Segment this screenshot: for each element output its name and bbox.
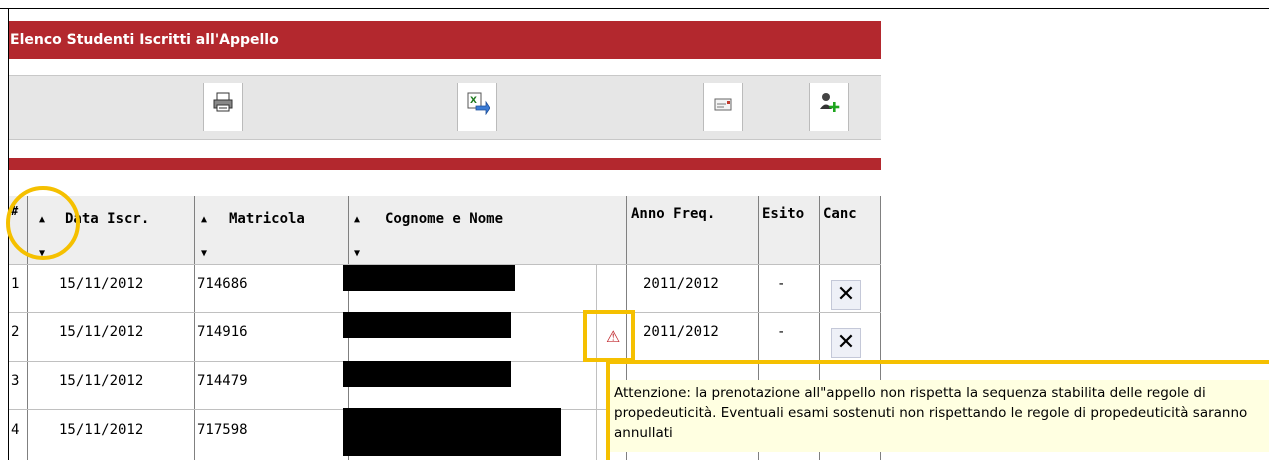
row-anno-freq: 2011/2012 [643, 276, 719, 292]
sort-asc-cognome[interactable]: ▲ [354, 214, 360, 225]
annotation-circle [6, 186, 80, 260]
header-matricola[interactable]: Matricola [229, 211, 305, 227]
row-matricola: 714686 [197, 276, 248, 292]
delete-enrollment-button[interactable]: ✕ [831, 328, 861, 358]
header-esito: Esito [762, 206, 805, 222]
redacted-name [343, 361, 511, 387]
excel-export-icon: X [467, 92, 490, 115]
add-user-button[interactable] [809, 83, 849, 131]
row-num: 1 [11, 276, 20, 292]
table-header [9, 196, 881, 264]
row-data-iscr: 15/11/2012 [59, 276, 144, 292]
close-icon: ✕ [836, 282, 856, 307]
page-title-bar: Elenco Studenti Iscritti all'Appello [9, 21, 881, 59]
header-anno-freq: Anno Freq. [631, 206, 716, 222]
row-data-iscr: 15/11/2012 [59, 422, 144, 438]
header-canc: Canc [823, 206, 857, 222]
row-num: 4 [11, 422, 20, 438]
row-data-iscr: 15/11/2012 [59, 324, 144, 340]
svg-text:X: X [470, 96, 477, 106]
email-icon [714, 98, 732, 111]
export-excel-button[interactable]: X [457, 83, 497, 131]
redacted-name [343, 408, 561, 456]
printer-icon [213, 92, 233, 112]
page-title: Elenco Studenti Iscritti all'Appello [10, 32, 279, 48]
row-num: 2 [11, 324, 20, 340]
close-icon: ✕ [836, 330, 856, 355]
col-divider [596, 264, 597, 460]
sort-desc-cognome[interactable]: ▼ [354, 248, 360, 259]
annotation-box-warning [583, 310, 635, 362]
frame-top-border [0, 8, 1269, 9]
annotation-box-tooltip-top [606, 360, 1269, 364]
row-matricola: 717598 [197, 422, 248, 438]
sort-desc-matricola[interactable]: ▼ [201, 248, 207, 259]
row-anno-freq: 2011/2012 [643, 324, 719, 340]
redacted-name [343, 265, 515, 291]
toolbar: X [9, 75, 881, 140]
add-user-icon [820, 93, 840, 112]
col-divider [194, 196, 195, 460]
row-matricola: 714479 [197, 373, 248, 389]
print-button[interactable] [203, 83, 243, 131]
sort-asc-matricola[interactable]: ▲ [201, 214, 207, 225]
row-esito: - [777, 276, 786, 292]
row-matricola: 714916 [197, 324, 248, 340]
section-divider [9, 158, 881, 170]
email-button[interactable] [703, 83, 743, 131]
delete-enrollment-button[interactable]: ✕ [831, 280, 861, 310]
row-esito: - [777, 324, 786, 340]
redacted-name [343, 312, 511, 338]
row-data-iscr: 15/11/2012 [59, 373, 144, 389]
header-cognome-nome[interactable]: Cognome e Nome [385, 211, 503, 227]
row-num: 3 [11, 373, 20, 389]
warning-tooltip: Attenzione: la prenotazione all"appello … [610, 380, 1269, 452]
